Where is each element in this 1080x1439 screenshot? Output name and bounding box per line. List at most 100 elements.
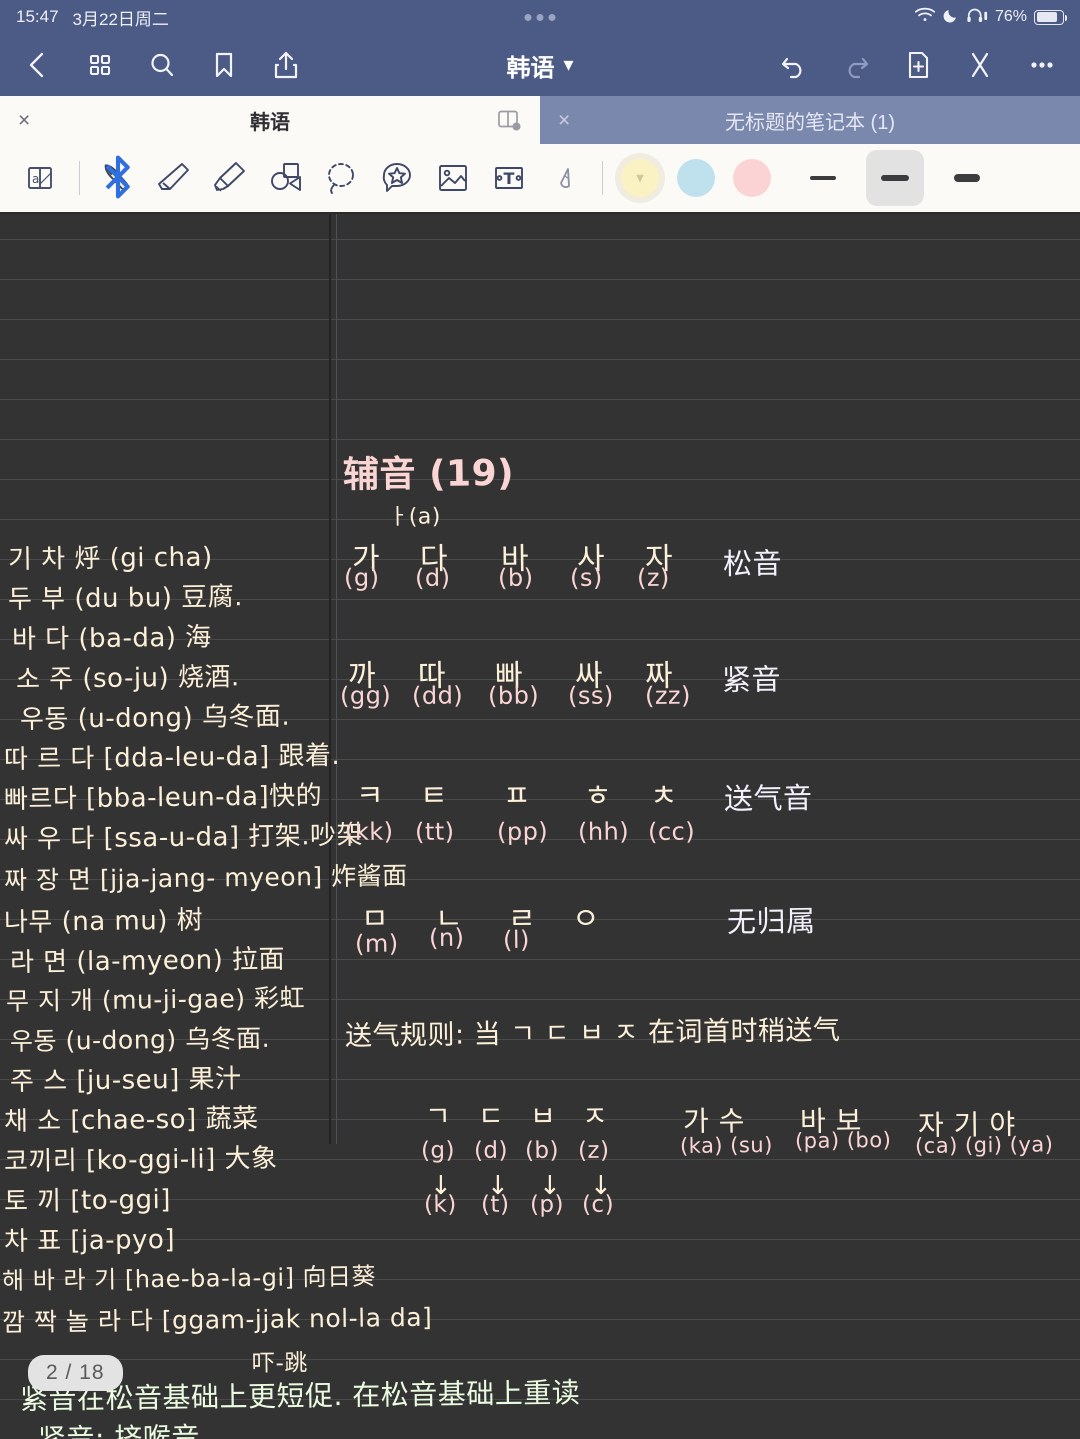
aspirated-romanization: (hh) <box>577 817 630 846</box>
unclassified-letter: ㅇ <box>571 901 601 937</box>
stroke-width-thick[interactable] <box>938 150 996 206</box>
example-reading: (ca) (gi) (ya) <box>914 1132 1054 1158</box>
add-page-icon[interactable] <box>902 49 934 81</box>
rule-line <box>0 519 1080 520</box>
vocab-item: 토 끼 [to-ggi] <box>3 1184 172 1217</box>
vocab-item: 차 표 [ja-pyo] <box>3 1224 176 1257</box>
unclassified-romanization: (n) <box>428 923 465 952</box>
aspirated-romanization: (tt) <box>414 817 455 846</box>
status-date: 3月22日周二 <box>72 9 169 29</box>
text-icon[interactable]: T <box>481 150 537 206</box>
aspirated-letter: ㅎ <box>583 778 613 814</box>
nav-bar: 韩语 ▾ <box>0 34 1080 96</box>
tab-close-icon[interactable]: × <box>18 110 30 131</box>
undo-icon[interactable] <box>778 49 810 81</box>
search-icon[interactable] <box>146 49 178 81</box>
tab-bar: × 韩语 × 无标题的笔记本 (1) <box>0 96 1080 144</box>
vocab-item: 짜 장 면 [jja-jang- myeon] 炸酱面 <box>3 861 408 895</box>
color-picker-icon[interactable] <box>537 150 593 206</box>
example-reading: (pa) (bo) <box>794 1127 892 1153</box>
lax-romanization: (z) <box>636 563 670 592</box>
close-icon[interactable] <box>964 49 996 81</box>
status-bar: 15:47 3月22日周二 76% <box>0 0 1080 34</box>
unclassified-label: 无归属 <box>726 903 816 939</box>
shift-from: (b) <box>524 1137 560 1164</box>
tab-korean[interactable]: × 韩语 <box>0 96 540 144</box>
aspiration-rule: 送气规则: 当 ㄱ ㄷ ㅂ ㅈ 在词首时稍送气 <box>344 1014 841 1052</box>
note-canvas[interactable]: 辅音 (19) ㅏ(a) 기 차 烀 (gi cha) 두 부 (du bu) … <box>0 214 1080 1439</box>
shift-from: (z) <box>577 1137 610 1164</box>
drawing-toolbar: a T ▾ <box>0 144 1080 214</box>
stroke-width-medium[interactable] <box>866 150 924 206</box>
column-divider-light <box>336 214 337 1144</box>
vocab-item: 바 다 (ba-da) 海 <box>11 622 212 655</box>
vocab-item: 주 스 [ju-seu] 果汁 <box>9 1064 242 1097</box>
vowel-header: ㅏ(a) <box>387 504 442 530</box>
highlighter-icon[interactable] <box>201 150 257 206</box>
aspirated-letter: ㅌ <box>419 778 449 814</box>
vocab-item: 빠르다 [bba-leun-da]快的 <box>3 781 323 815</box>
bookmark-icon[interactable] <box>208 49 240 81</box>
color-swatch-cream-dot <box>621 159 659 197</box>
tab-close-icon[interactable]: × <box>558 110 570 131</box>
aspirated-romanization: (cc) <box>647 817 696 846</box>
shift-from: (g) <box>420 1137 456 1164</box>
vocab-item: 라 면 (la-myeon) 拉面 <box>9 944 286 978</box>
shift-from: (d) <box>473 1137 509 1164</box>
back-icon[interactable] <box>22 49 54 81</box>
stroke-width-thick-bar <box>954 174 980 182</box>
status-bar-left: 15:47 3月22日周二 <box>16 5 169 30</box>
status-time: 15:47 <box>16 7 59 26</box>
tab-label: 无标题的笔记本 (1) <box>725 111 895 134</box>
redo-icon[interactable] <box>840 49 872 81</box>
grid-icon[interactable] <box>84 49 116 81</box>
page-flip-icon[interactable]: a <box>14 150 70 206</box>
vocab-item: 나무 (na mu) 树 <box>3 905 204 938</box>
vocab-item: 우동 (u-dong) 乌冬面. <box>9 1023 271 1056</box>
shift-to: (t) <box>480 1191 510 1218</box>
document-title-menu[interactable]: 韩语 ▾ <box>506 48 573 83</box>
sticker-icon[interactable] <box>369 150 425 206</box>
status-bar-right: 76% <box>914 6 1067 28</box>
shift-letter: ㅈ <box>581 1099 609 1133</box>
color-swatch-cream[interactable] <box>612 150 668 206</box>
image-icon[interactable] <box>425 150 481 206</box>
more-icon[interactable] <box>1026 49 1058 81</box>
rule-line <box>0 359 1080 360</box>
nav-left-group <box>22 49 302 81</box>
page-indicator[interactable]: 2 / 18 <box>28 1355 123 1391</box>
multitask-handle[interactable] <box>524 13 556 21</box>
battery-icon <box>1034 9 1067 25</box>
color-swatch-pink[interactable] <box>724 150 780 206</box>
vocab-item: 깜 짝 놀 라 다 [ggam-jjak nol-la da] <box>1 1302 433 1337</box>
vocab-item: 따 르 다 [dda-leu-da] 跟着. <box>3 740 341 775</box>
color-swatch-pink-dot <box>733 159 771 197</box>
tab-untitled-notebook[interactable]: × 无标题的笔记本 (1) <box>540 96 1080 144</box>
stroke-width-thin[interactable] <box>794 150 852 206</box>
wifi-icon <box>914 6 936 28</box>
chevron-down-icon: ▾ <box>563 54 574 76</box>
eraser-icon[interactable] <box>145 150 201 206</box>
vocab-item: 우동 (u-dong) 乌冬面. <box>19 701 291 735</box>
bluetooth-badge-icon <box>95 154 141 200</box>
shift-letter: ㅂ <box>529 1099 557 1133</box>
lasso-icon[interactable] <box>313 150 369 206</box>
shapes-icon[interactable] <box>257 150 313 206</box>
color-swatch-blue[interactable] <box>668 150 724 206</box>
pen-icon[interactable] <box>89 150 145 206</box>
shift-to: (p) <box>529 1191 565 1218</box>
vocab-item: 두 부 (du bu) 豆腐. <box>7 582 244 615</box>
rule-line <box>0 439 1080 440</box>
tense-romanization: (ss) <box>567 681 614 710</box>
shift-to: (c) <box>581 1191 615 1218</box>
toolbar-divider <box>602 161 603 195</box>
split-view-icon[interactable] <box>496 107 522 133</box>
vocab-item: 코끼리 [ko-ggi-li] 大象 <box>3 1143 278 1177</box>
share-icon[interactable] <box>270 49 302 81</box>
vocab-item: 싸 우 다 [ssa-u-da] 打架.吵架 <box>3 820 364 855</box>
tense-romanization: (zz) <box>644 681 692 710</box>
svg-text:T: T <box>504 169 515 188</box>
svg-text:a: a <box>32 172 39 186</box>
vocab-item: 채 소 [chae-so] 蔬菜 <box>3 1103 259 1137</box>
headphones-icon <box>966 7 988 28</box>
